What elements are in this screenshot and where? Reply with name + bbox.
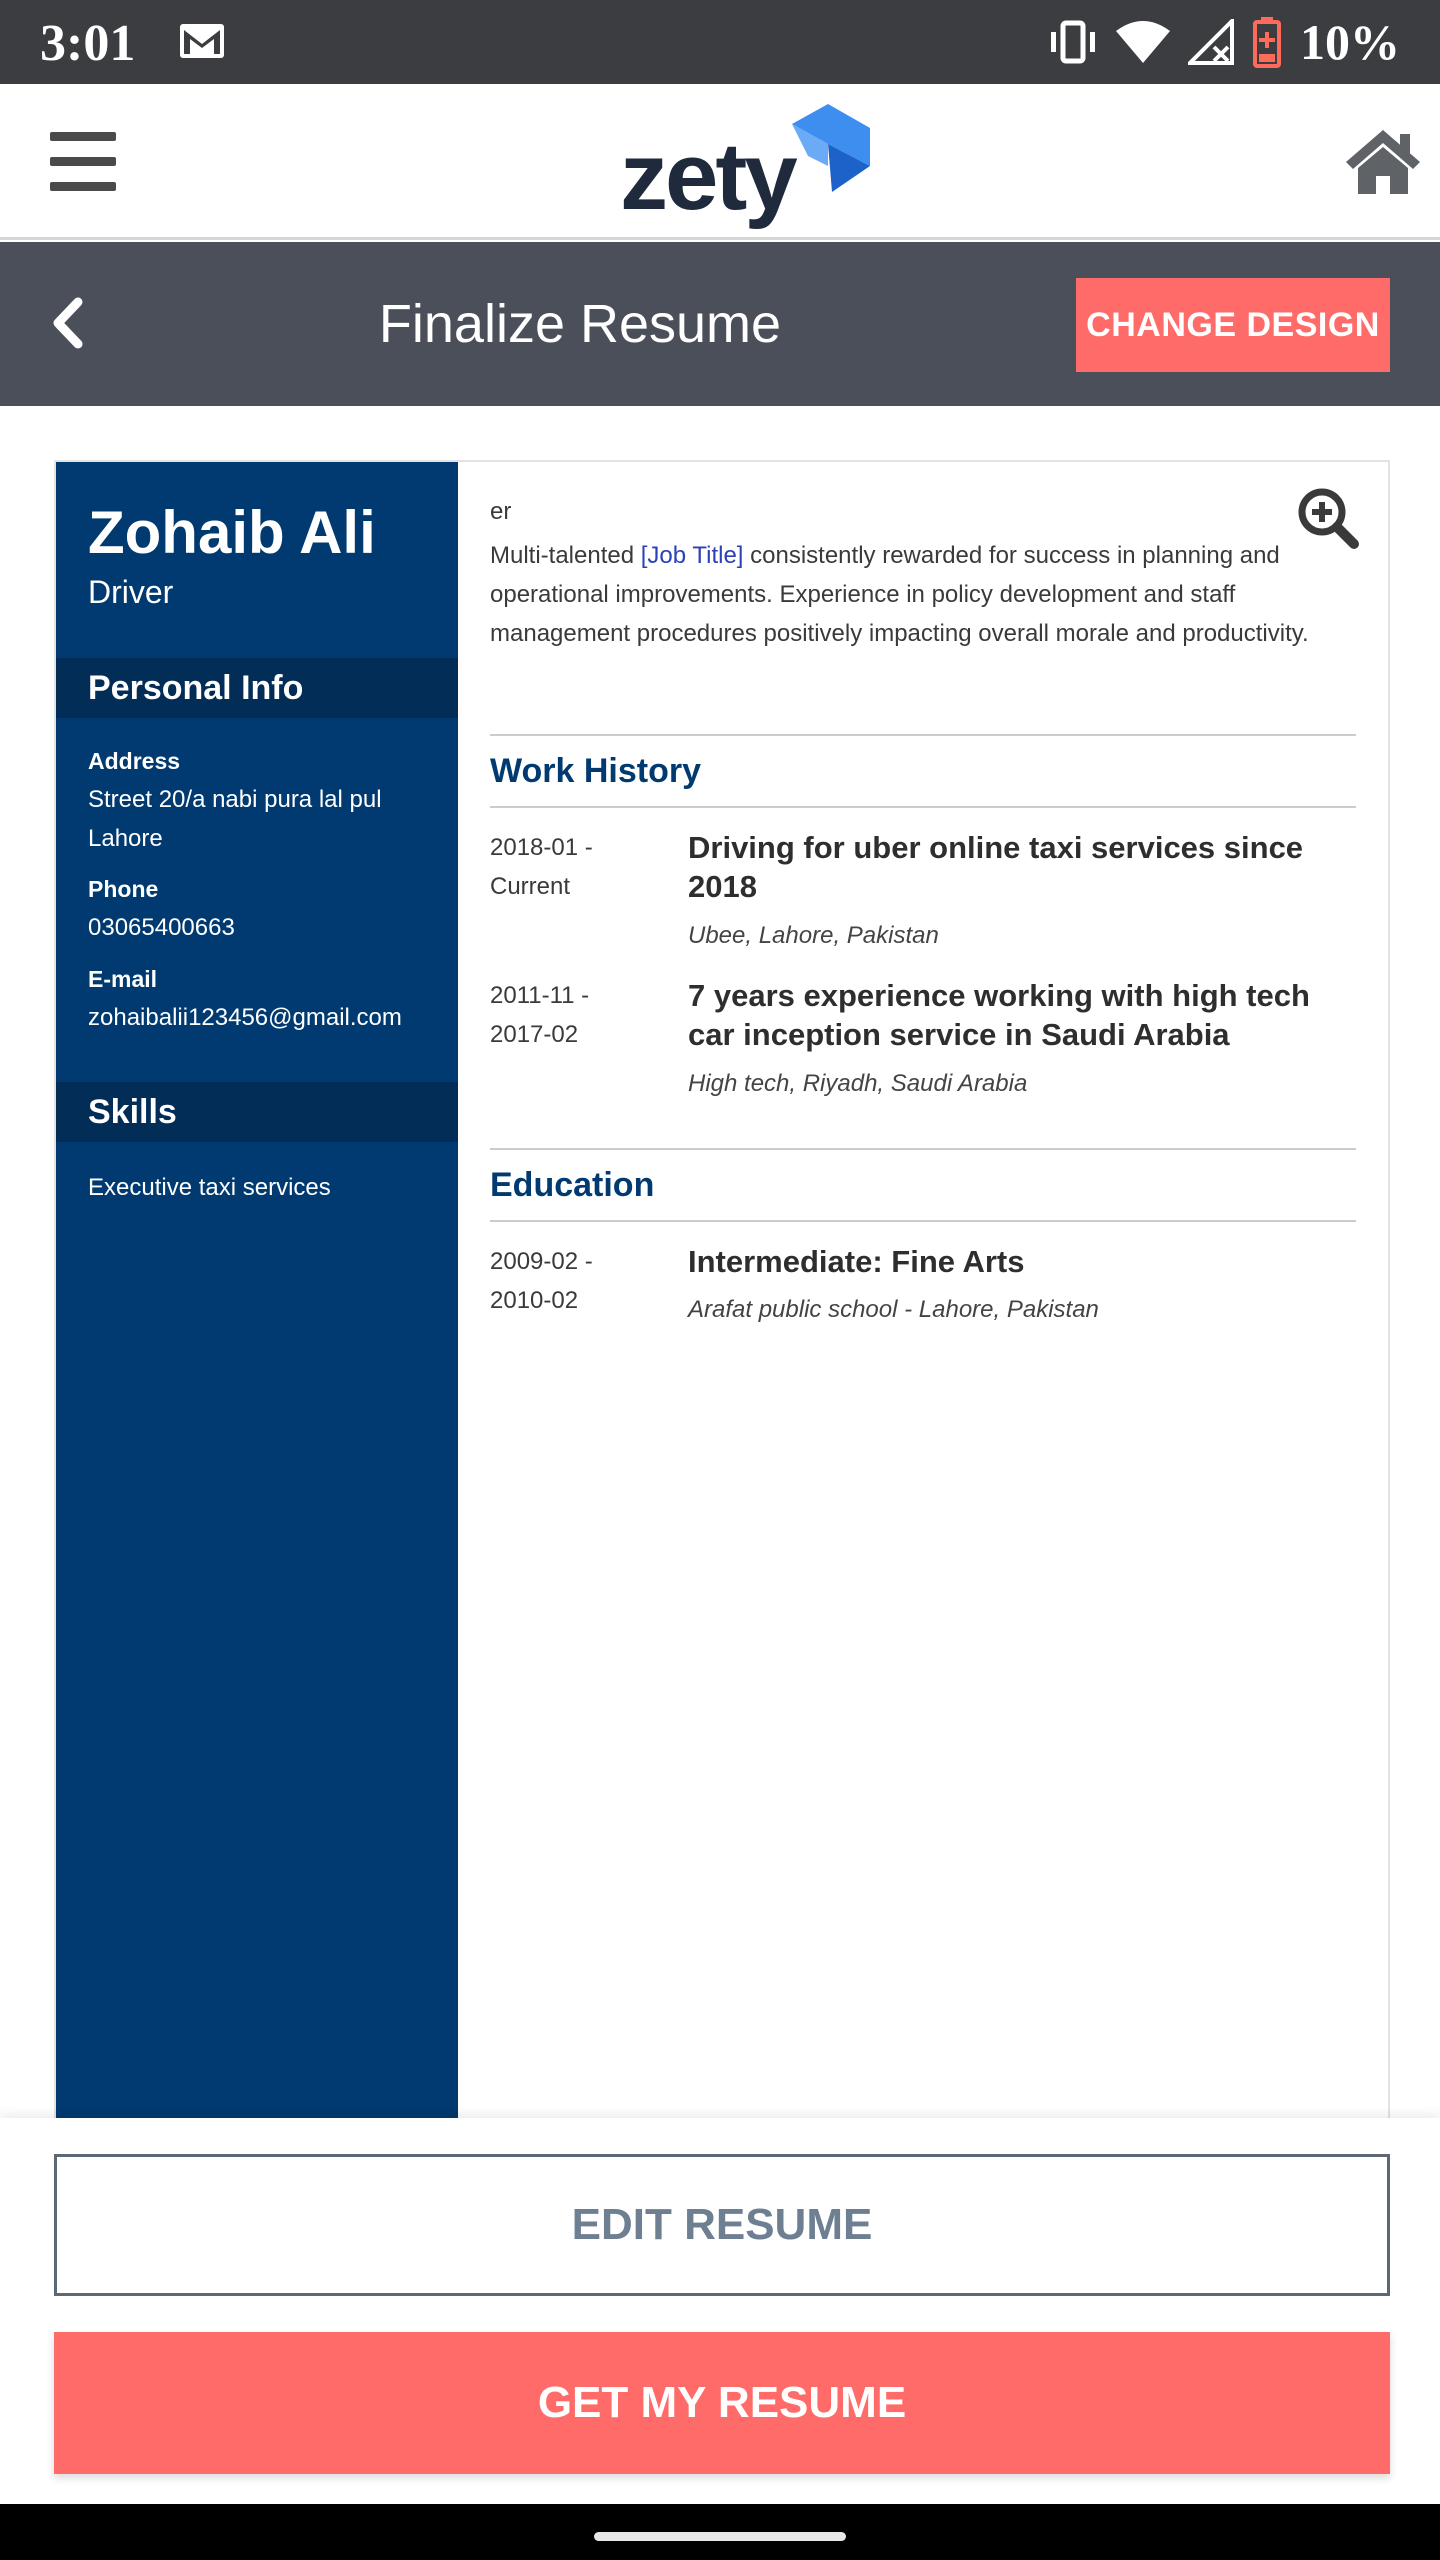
personal-info-header: Personal Info (56, 658, 458, 718)
vibrate-icon (1051, 20, 1095, 64)
resume-main: er Multi-talented [Job Title] consistent… (458, 462, 1388, 2118)
job-title-placeholder: [Job Title] (640, 542, 744, 569)
work-date: 2018-01 - Current (490, 834, 593, 900)
work-subtitle: Ubee, Lahore, Pakistan (688, 922, 939, 949)
app-header: zety (0, 84, 1440, 240)
page-title: Finalize Resume (378, 294, 782, 354)
resume-preview[interactable]: Zohaib Ali Driver Personal Info Address … (54, 460, 1390, 2120)
toolbar: Finalize Resume CHANGE DESIGN (0, 242, 1440, 406)
resume-role: Driver (88, 574, 174, 610)
address-value: Street 20/a nabi pura lal pul Lahore (88, 786, 382, 852)
zety-logo: zety (620, 104, 870, 230)
signal-icon (1188, 19, 1234, 65)
address-label: Address (88, 748, 181, 774)
bottom-actions: EDIT RESUME GET MY RESUME (0, 2118, 1440, 2504)
logo-mark-icon (792, 104, 870, 192)
work-title: 7 years experience working with high tec… (688, 978, 1310, 1052)
divider (490, 734, 1356, 736)
divider (490, 806, 1356, 808)
wifi-icon (1116, 21, 1170, 63)
battery-icon (1253, 17, 1281, 68)
battery-percent: 10% (1300, 14, 1400, 70)
skill-item: Executive taxi services (88, 1174, 331, 1201)
status-bar: 3:01 10% (0, 0, 1440, 84)
navigation-bar (0, 2504, 1440, 2560)
summary-head: er (490, 498, 512, 525)
skills-header: Skills (56, 1082, 458, 1142)
divider (490, 1148, 1356, 1150)
work-title: Driving for uber online taxi services si… (688, 830, 1304, 904)
menu-icon[interactable] (50, 132, 116, 191)
home-icon[interactable] (1344, 126, 1422, 196)
work-date: 2011-11 - 2017-02 (490, 982, 590, 1048)
email-value: zohaibalii123456@gmail.com (88, 1004, 402, 1031)
work-history-title: Work History (490, 752, 701, 790)
logo-text: zety (620, 123, 798, 230)
resume-sidebar: Zohaib Ali Driver Personal Info Address … (56, 462, 458, 2118)
edit-resume-button[interactable]: EDIT RESUME (54, 2154, 1390, 2296)
resume-name: Zohaib Ali (88, 499, 376, 566)
email-label: E-mail (88, 966, 158, 992)
phone-value: 03065400663 (88, 914, 235, 941)
education-title-entry: Intermediate: Fine Arts (688, 1244, 1025, 1279)
get-my-resume-button[interactable]: GET MY RESUME (54, 2332, 1390, 2474)
summary-text: Multi-talented [Job Title] consistently … (490, 536, 1330, 653)
home-gesture-handle[interactable] (594, 2532, 846, 2541)
status-icons: 10% (1048, 12, 1400, 72)
work-subtitle: High tech, Riyadh, Saudi Arabia (688, 1070, 1028, 1097)
education-title: Education (490, 1166, 655, 1204)
phone-label: Phone (88, 876, 159, 902)
summary-prefix: Multi-talented (490, 542, 641, 569)
change-design-button[interactable]: CHANGE DESIGN (1076, 278, 1390, 372)
back-icon[interactable] (40, 288, 100, 358)
mail-icon (180, 24, 224, 58)
status-time: 3:01 (40, 15, 136, 72)
divider (490, 1220, 1356, 1222)
education-subtitle: Arafat public school - Lahore, Pakistan (688, 1296, 1099, 1323)
education-date: 2009-02 - 2010-02 (490, 1248, 593, 1314)
